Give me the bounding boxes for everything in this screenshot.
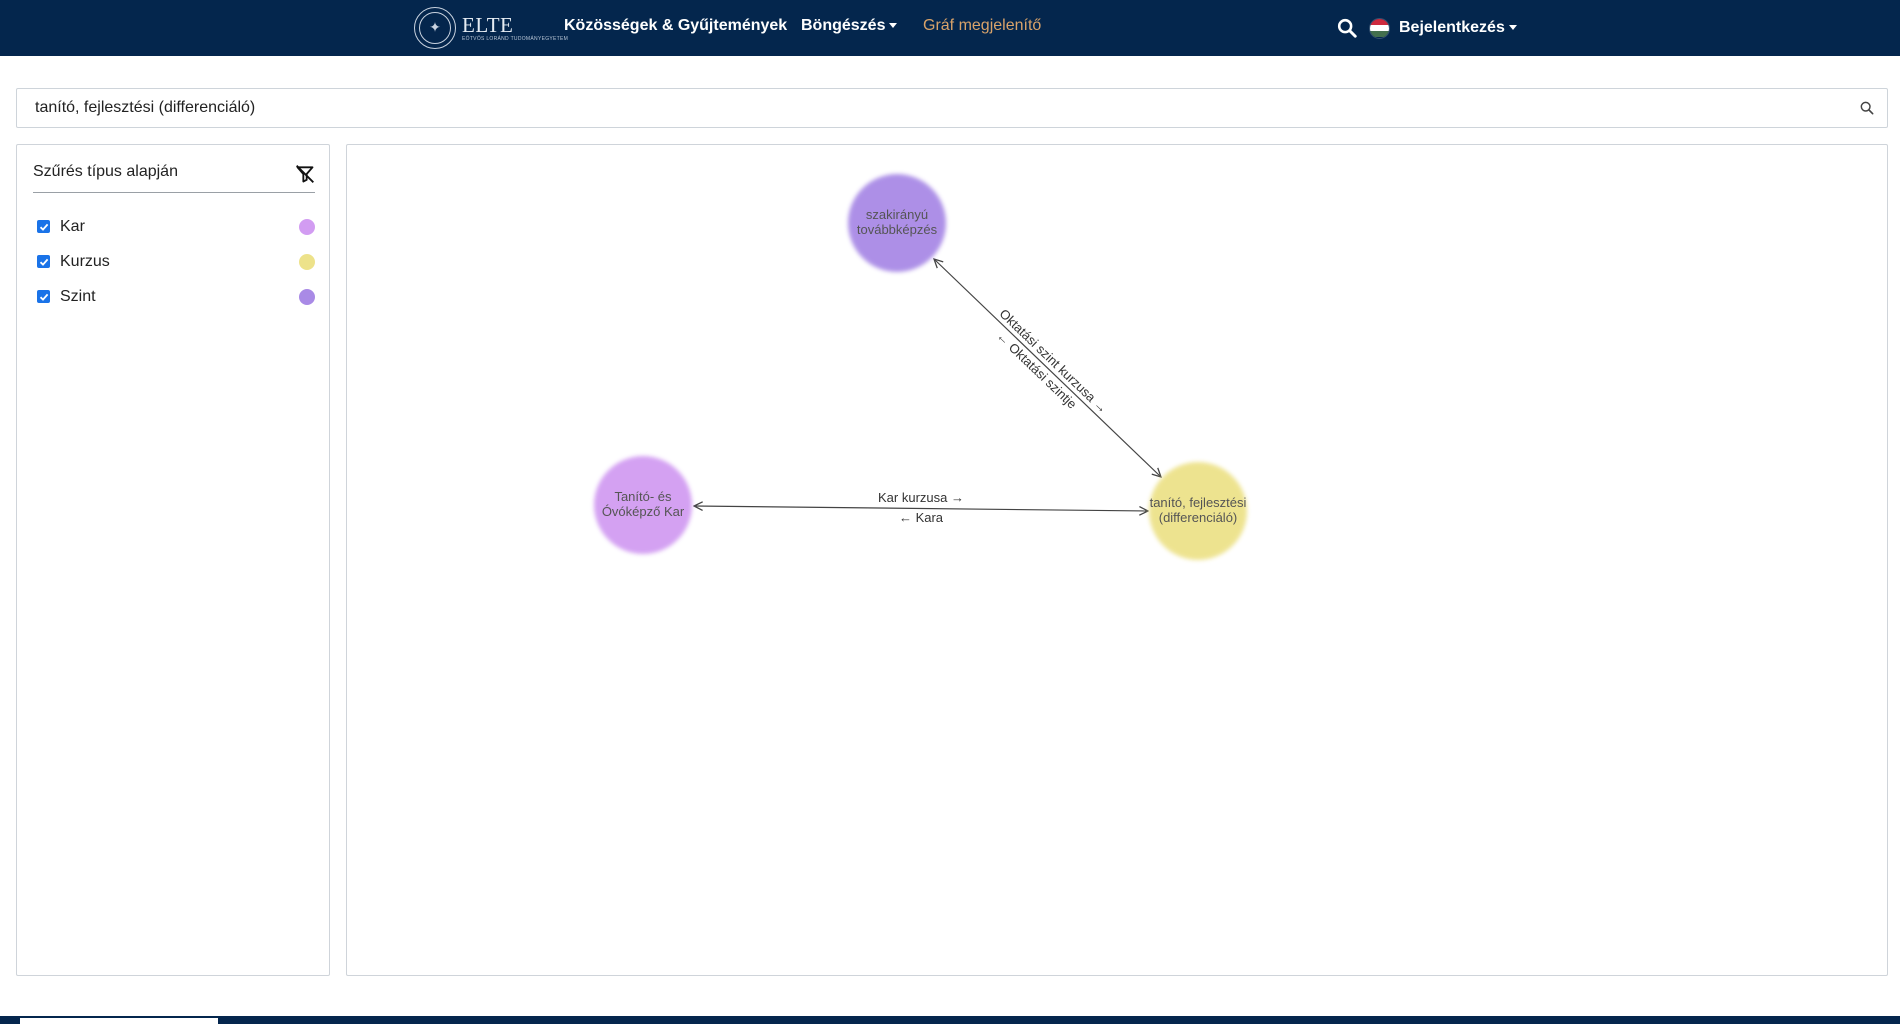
edge-label-forward: Oktatási szint kurzusa → xyxy=(996,306,1110,416)
caret-down-icon xyxy=(1508,25,1517,31)
checkbox-kar[interactable] xyxy=(37,220,50,233)
edge-label-backward: ← Kara xyxy=(899,510,944,525)
login-dropdown[interactable]: Bejelentkezés xyxy=(1399,19,1517,37)
type-filter-panel: Szűrés típus alapján Kar Kurzus Szint xyxy=(16,144,330,976)
node-label-line: továbbképzés xyxy=(857,222,938,237)
graph-node-kar[interactable]: Tanító- és Óvóképző Kar xyxy=(594,456,692,554)
filter-header: Szűrés típus alapján xyxy=(33,163,315,193)
filter-list: Kar Kurzus Szint xyxy=(37,209,315,314)
search-button[interactable] xyxy=(1847,89,1887,127)
filter-item-kurzus[interactable]: Kurzus xyxy=(37,244,315,279)
top-navbar: ✦ ELTE EÖTVÖS LORÁND TUDOMÁNYEGYETEM Köz… xyxy=(0,0,1900,56)
filter-title: Szűrés típus alapján xyxy=(33,163,178,180)
search-input[interactable]: tanító, fejlesztési (differenciáló) xyxy=(17,99,1847,117)
graph-node-kurzus[interactable]: tanító, fejlesztési (differenciáló) xyxy=(1149,462,1247,560)
node-label-line: szakirányú xyxy=(866,207,928,222)
elte-logo[interactable]: ✦ ELTE EÖTVÖS LORÁND TUDOMÁNYEGYETEM xyxy=(414,6,568,50)
footer-tab xyxy=(20,1018,218,1024)
graph-node-szint[interactable]: szakirányú továbbképzés xyxy=(848,174,946,272)
filter-clear-icon[interactable] xyxy=(295,164,315,184)
logo-wordmark: ELTE xyxy=(462,13,514,37)
edge-szint-kurzus[interactable]: Oktatási szint kurzusa → ← Oktatási szin… xyxy=(934,259,1161,477)
university-seal-icon: ✦ xyxy=(414,7,456,49)
node-label-line: Tanító- és xyxy=(614,489,672,504)
nav-graph-viewer[interactable]: Gráf megjelenítő xyxy=(923,17,1041,35)
footer-bar xyxy=(0,1016,1900,1024)
graph-canvas[interactable]: Oktatási szint kurzusa → ← Oktatási szin… xyxy=(346,144,1888,976)
filter-label: Kurzus xyxy=(60,252,110,270)
graph-svg[interactable]: Oktatási szint kurzusa → ← Oktatási szin… xyxy=(347,145,1887,975)
node-label-line: tanító, fejlesztési xyxy=(1150,495,1247,510)
search-icon xyxy=(1860,101,1874,115)
color-swatch xyxy=(299,253,315,270)
checkbox-kurzus[interactable] xyxy=(37,255,50,268)
checkbox-szint[interactable] xyxy=(37,290,50,303)
node-label-line: Óvóképző Kar xyxy=(602,504,685,519)
nav-browse-dropdown[interactable]: Böngészés xyxy=(801,17,898,35)
hungarian-flag-icon[interactable] xyxy=(1369,17,1390,39)
filter-item-szint[interactable]: Szint xyxy=(37,279,315,314)
node-label-line: (differenciáló) xyxy=(1159,510,1238,525)
graph-search-bar[interactable]: tanító, fejlesztési (differenciáló) xyxy=(16,88,1888,128)
color-swatch xyxy=(299,288,315,305)
logo-subtitle: EÖTVÖS LORÁND TUDOMÁNYEGYETEM xyxy=(462,36,569,42)
edge-kar-kurzus[interactable]: Kar kurzusa → ← Kara xyxy=(694,490,1148,525)
search-icon[interactable] xyxy=(1336,17,1358,39)
filter-label: Kar xyxy=(60,217,85,235)
color-swatch xyxy=(299,218,315,235)
edge-label-forward: Kar kurzusa → xyxy=(878,490,964,505)
filter-label: Szint xyxy=(60,287,96,305)
nav-communities-collections[interactable]: Közösségek & Gyűjtemények xyxy=(564,17,787,35)
filter-item-kar[interactable]: Kar xyxy=(37,209,315,244)
caret-down-icon xyxy=(889,23,898,29)
